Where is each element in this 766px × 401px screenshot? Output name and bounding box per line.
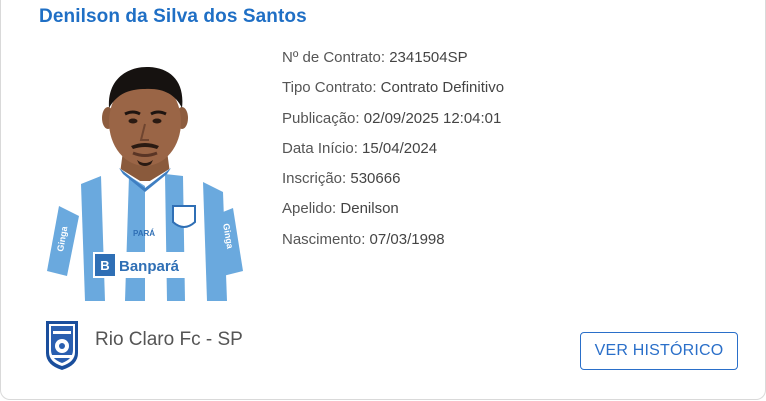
contract-type-label: Tipo Contrato: bbox=[282, 79, 377, 97]
publication-value: 02/09/2025 12:04:01 bbox=[363, 109, 502, 127]
contract-info: Nº de Contrato: 2341504SP Tipo Contrato:… bbox=[282, 47, 504, 259]
contract-number-label: Nº de Contrato: bbox=[282, 49, 386, 66]
shirt-chest-text: PARÁ bbox=[133, 229, 155, 238]
registration-value: 530666 bbox=[350, 170, 401, 188]
contract-number-value: 2341504SP bbox=[389, 49, 468, 66]
svg-text:B: B bbox=[100, 258, 109, 273]
publication-label: Publicação: bbox=[282, 109, 360, 127]
player-contract-card: Denilson da Silva dos Santos B Banpará P… bbox=[0, 0, 766, 400]
contract-type-value: Contrato Definitivo bbox=[380, 79, 505, 97]
nickname-label: Apelido: bbox=[282, 200, 337, 218]
club-name: Rio Claro Fc - SP bbox=[95, 329, 243, 350]
club-crest-icon bbox=[43, 319, 81, 371]
birth-date-row: Nascimento: 07/03/1998 bbox=[282, 229, 504, 259]
registration-row: Inscrição: 530666 bbox=[282, 168, 504, 198]
club-info: Rio Claro Fc - SP bbox=[43, 318, 243, 372]
player-name: Denilson da Silva dos Santos bbox=[39, 6, 307, 27]
nickname-row: Apelido: Denilson bbox=[282, 198, 504, 228]
view-history-button[interactable]: VER HISTÓRICO bbox=[580, 332, 738, 370]
publication-row: Publicação: 02/09/2025 12:04:01 bbox=[282, 108, 504, 138]
shirt-sponsor: Banpará bbox=[119, 258, 180, 275]
contract-type-row: Tipo Contrato: Contrato Definitivo bbox=[282, 77, 504, 107]
player-photo: B Banpará PARÁ Ginga Ginga bbox=[45, 56, 245, 301]
contract-number-row: Nº de Contrato: 2341504SP bbox=[282, 47, 504, 77]
birth-date-value: 07/03/1998 bbox=[369, 230, 445, 248]
start-date-value: 15/04/2024 bbox=[362, 139, 438, 157]
start-date-label: Data Início: bbox=[282, 139, 358, 157]
nickname-value: Denilson bbox=[340, 200, 399, 218]
start-date-row: Data Início: 15/04/2024 bbox=[282, 138, 504, 168]
registration-label: Inscrição: bbox=[282, 170, 347, 188]
birth-date-label: Nascimento: bbox=[282, 230, 366, 248]
